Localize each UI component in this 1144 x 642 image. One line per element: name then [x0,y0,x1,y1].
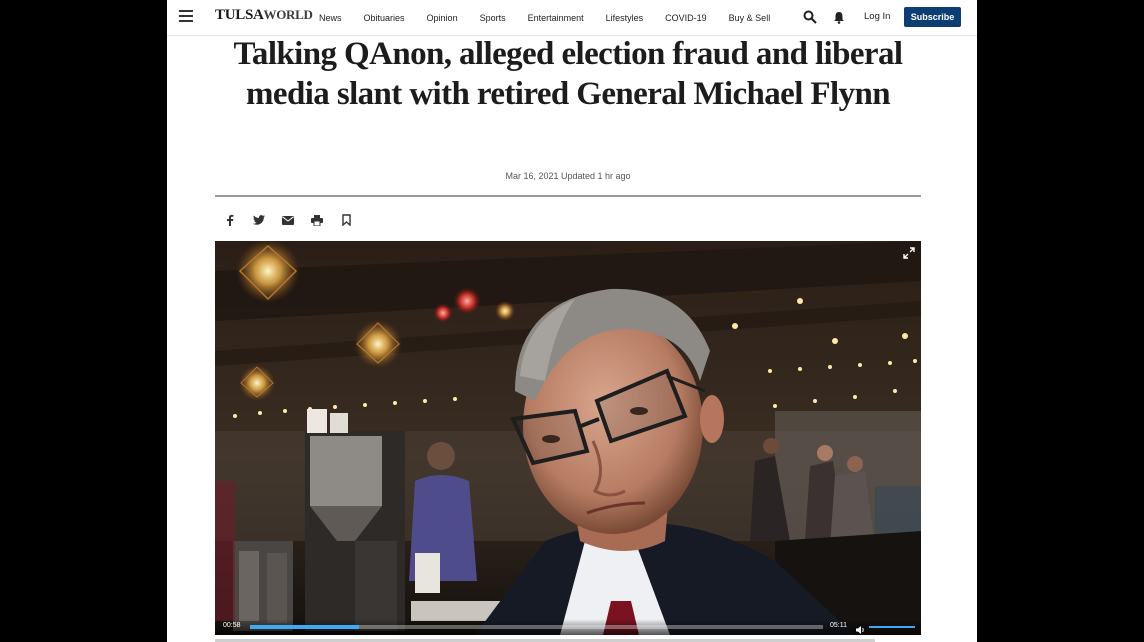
nav-links: News Obituaries Opinion Sports Entertain… [319,0,792,36]
bookmark-icon[interactable] [339,213,353,227]
nav-link-lifestyles[interactable]: Lifestyles [606,13,644,23]
current-time: 00:58 [223,622,241,629]
article-dateline: Mar 16, 2021 Updated 1 hr ago [505,171,631,181]
video-caption-cutoff [215,637,921,642]
nav-link-news[interactable]: News [319,13,342,23]
nav-link-buy-sell[interactable]: Buy & Sell [729,13,771,23]
total-time: 05:11 [830,622,847,629]
print-icon[interactable] [310,213,324,227]
facebook-icon[interactable] [223,213,237,227]
nav-link-entertainment[interactable]: Entertainment [528,13,584,23]
twitter-icon[interactable] [252,213,266,227]
site-logo[interactable]: TULSA WORLD [215,7,313,29]
headline-divider [215,195,921,197]
volume-icon[interactable] [855,622,865,634]
nav-link-opinion[interactable]: Opinion [427,13,458,23]
login-link[interactable]: Log In [864,11,890,22]
video-frame [215,241,921,635]
bell-icon[interactable] [833,11,845,24]
article-headline: Talking QAnon, alleged election fraud an… [233,36,903,112]
menu-icon[interactable] [179,10,193,24]
video-player[interactable]: 00:58 05:11 [215,241,921,635]
top-navigation-bar: TULSA WORLD News Obituaries Opinion Spor… [167,0,977,36]
progress-fill [250,625,359,629]
share-toolbar [223,212,368,228]
nav-link-obituaries[interactable]: Obituaries [364,13,405,23]
nav-link-covid-19[interactable]: COVID-19 [665,13,707,23]
logo-tulsa: TULSA [215,7,264,23]
logo-world: WORLD [263,7,313,22]
fullscreen-icon[interactable] [903,246,915,259]
video-controls: 00:58 05:11 [215,619,921,635]
email-icon[interactable] [281,213,295,227]
nav-link-sports[interactable]: Sports [480,13,506,23]
progress-bar[interactable] [250,625,823,629]
subscribe-button[interactable]: Subscribe [904,7,961,27]
search-icon[interactable] [803,10,817,24]
volume-slider[interactable] [869,626,915,628]
article-page: TULSA WORLD News Obituaries Opinion Spor… [167,0,977,642]
